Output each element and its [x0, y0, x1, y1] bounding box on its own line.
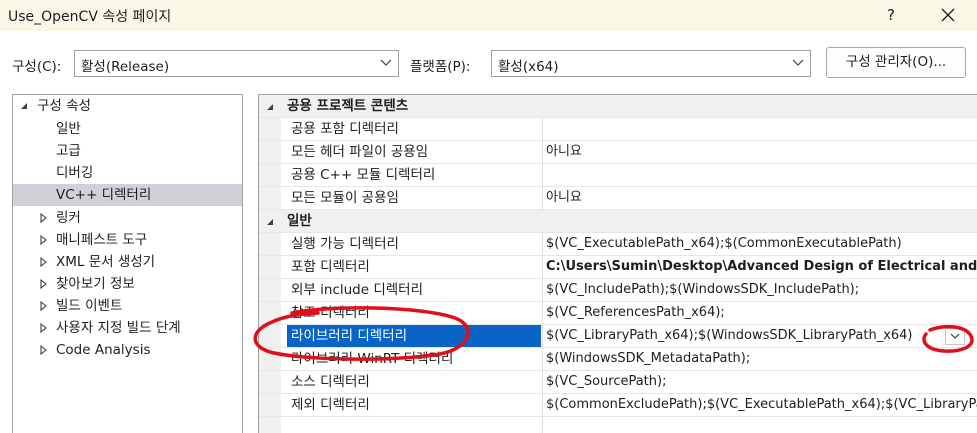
section-general[interactable]: 일반 [259, 210, 977, 233]
property-row[interactable]: 참조 디렉터리 $(VC_ReferencesPath_x64); [259, 302, 977, 325]
chevron-down-icon [380, 59, 392, 66]
property-name: 라이브러리 WinRT 디렉터리 [291, 351, 454, 367]
property-row[interactable]: 라이브러리 WinRT 디렉터리 $(WindowsSDK_MetadataPa… [259, 348, 977, 371]
config-value: 활성(Release) [81, 59, 170, 75]
tree-item-label: Code Analysis [56, 342, 151, 358]
platform-value: 활성(x64) [498, 59, 559, 75]
tree-item-xml-doc-generator[interactable]: XML 문서 생성기 [13, 251, 242, 273]
property-row[interactable]: 소스 디렉터리 $(VC_SourcePath); [259, 371, 977, 394]
property-value[interactable]: 아니요 [546, 187, 977, 209]
config-label: 구성(C): [12, 59, 62, 75]
property-name: 공용 C++ 모듈 디렉터리 [291, 167, 436, 183]
property-name: 실행 가능 디렉터리 [291, 236, 399, 252]
triangle-collapsed-icon[interactable] [39, 301, 49, 311]
triangle-collapsed-icon[interactable] [39, 235, 49, 245]
property-name: 라이브러리 디렉터리 [287, 325, 541, 347]
tree-item-manifest-tool[interactable]: 매니페스트 도구 [13, 229, 242, 251]
property-value[interactable]: $(VC_ExecutablePath_x64);$(CommonExecuta… [546, 233, 977, 255]
property-row[interactable]: 실행 가능 디렉터리 $(VC_ExecutablePath_x64);$(Co… [259, 233, 977, 256]
tree-item-label: VC++ 디렉터리 [56, 187, 152, 203]
tree-item-custom-build-step[interactable]: 사용자 지정 빌드 단계 [13, 317, 242, 339]
property-row[interactable]: 공용 포함 디렉터리 [259, 118, 977, 141]
property-row[interactable]: 포함 디렉터리 C:\Users\Sumin\Desktop\Advanced … [259, 256, 977, 279]
triangle-expanded-icon[interactable] [265, 217, 275, 227]
property-row[interactable]: 공용 C++ 모듈 디렉터리 [259, 164, 977, 187]
tree-item-label: XML 문서 생성기 [56, 254, 156, 270]
tree-item-label: 디버깅 [56, 165, 94, 181]
property-value[interactable]: $(VC_SourcePath); [546, 371, 977, 393]
title-bar: Use_OpenCV 속성 페이지 ? [0, 0, 977, 31]
triangle-collapsed-icon[interactable] [39, 345, 49, 355]
property-value[interactable] [546, 164, 977, 186]
property-name: 참조 디렉터리 [291, 305, 370, 321]
property-name: 포함 디렉터리 [291, 259, 370, 275]
property-row[interactable]: 모든 모듈이 공용임 아니요 [259, 187, 977, 210]
property-name: 제외 디렉터리 [291, 397, 370, 413]
triangle-collapsed-icon[interactable] [39, 323, 49, 333]
platform-label: 플랫폼(P): [410, 59, 471, 75]
property-row[interactable]: 모든 헤더 파일이 공용임 아니요 [259, 141, 977, 164]
property-value[interactable]: C:\Users\Sumin\Desktop\Advanced Design o… [546, 256, 977, 278]
value-dropdown-button[interactable] [945, 328, 965, 345]
property-name: 소스 디렉터리 [291, 374, 370, 390]
window-title: Use_OpenCV 속성 페이지 [8, 9, 172, 25]
tree-item-build-events[interactable]: 빌드 이벤트 [13, 295, 242, 317]
triangle-collapsed-icon[interactable] [39, 213, 49, 223]
tree-item-label: 찾아보기 정보 [56, 276, 135, 292]
tree-item-advanced[interactable]: 고급 [13, 140, 242, 162]
close-icon [941, 8, 955, 22]
triangle-collapsed-icon[interactable] [39, 279, 49, 289]
property-grid: 공용 프로젝트 콘텐츠 공용 포함 디렉터리 모든 헤더 파일이 공용임 아니요… [258, 94, 977, 433]
tree-item-general[interactable]: 일반 [13, 118, 242, 140]
tree-root-config-properties[interactable]: 구성 속성 [13, 95, 242, 117]
property-value[interactable]: $(VC_IncludePath);$(WindowsSDK_IncludePa… [546, 279, 977, 301]
close-button[interactable] [930, 1, 966, 29]
property-name: 모든 헤더 파일이 공용임 [291, 144, 429, 160]
section-label: 일반 [287, 213, 312, 229]
property-name: 모든 모듈이 공용임 [291, 190, 399, 206]
section-label: 공용 프로젝트 콘텐츠 [287, 98, 409, 114]
tree-item-vc-directories[interactable]: VC++ 디렉터리 [13, 184, 242, 206]
property-value[interactable]: $(VC_ReferencesPath_x64); [546, 302, 977, 324]
triangle-expanded-icon[interactable] [19, 101, 29, 111]
tree-item-linker[interactable]: 링커 [13, 207, 242, 229]
tree-item-label: 일반 [56, 121, 81, 137]
triangle-expanded-icon[interactable] [265, 102, 275, 112]
help-button[interactable]: ? [880, 4, 902, 26]
property-row-library-directories[interactable]: 라이브러리 디렉터리 $(VC_LibraryPath_x64);$(Windo… [259, 325, 977, 348]
property-value[interactable]: $(VC_LibraryPath_x64);$(WindowsSDK_Libra… [546, 325, 977, 347]
property-value[interactable]: $(WindowsSDK_MetadataPath); [546, 348, 977, 370]
property-row[interactable]: 외부 include 디렉터리 $(VC_IncludePath);$(Wind… [259, 279, 977, 302]
property-value[interactable]: $(CommonExcludePath);$(VC_ExecutablePath… [546, 394, 977, 416]
triangle-collapsed-icon[interactable] [39, 257, 49, 267]
property-value[interactable]: 아니요 [546, 141, 977, 163]
platform-select[interactable]: 활성(x64) [491, 50, 811, 77]
property-tree: 구성 속성 일반 고급 디버깅 VC++ 디렉터리 링커 매니페스트 도구 XM… [12, 94, 243, 433]
chevron-down-icon [950, 333, 960, 339]
config-select[interactable]: 활성(Release) [74, 50, 399, 77]
config-manager-button[interactable]: 구성 관리자(O)... [826, 47, 966, 78]
tree-item-label: 사용자 지정 빌드 단계 [56, 320, 181, 336]
chevron-down-icon [792, 59, 804, 66]
tree-root-label: 구성 속성 [37, 98, 91, 114]
tree-item-label: 빌드 이벤트 [56, 298, 123, 314]
property-name: 공용 포함 디렉터리 [291, 121, 399, 137]
property-value[interactable] [546, 118, 977, 140]
tree-item-debugging[interactable]: 디버깅 [13, 162, 242, 184]
tree-item-label: 링커 [56, 210, 81, 226]
tree-item-code-analysis[interactable]: Code Analysis [13, 339, 242, 361]
property-name: 외부 include 디렉터리 [291, 282, 424, 298]
property-row[interactable]: 제외 디렉터리 $(CommonExcludePath);$(VC_Execut… [259, 394, 977, 417]
tree-item-browse-info[interactable]: 찾아보기 정보 [13, 273, 242, 295]
section-public-project-content[interactable]: 공용 프로젝트 콘텐츠 [259, 95, 977, 118]
tree-item-label: 고급 [56, 143, 81, 159]
tree-item-label: 매니페스트 도구 [56, 232, 148, 248]
